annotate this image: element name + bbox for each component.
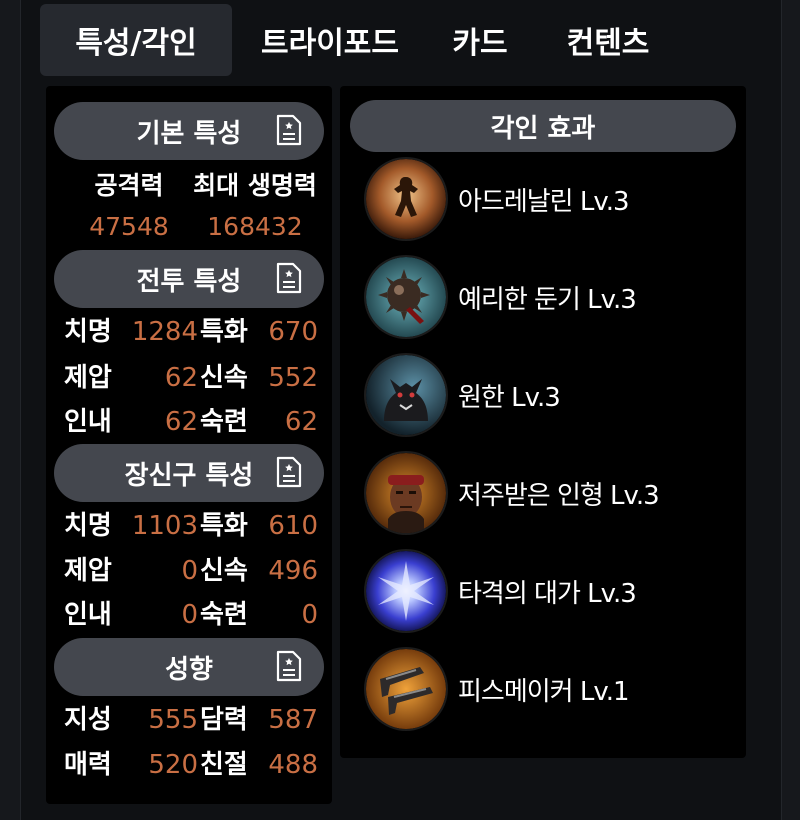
combat-stats-header: 전투 특성 (54, 250, 324, 308)
stat-value: 0 (181, 600, 198, 630)
stat-label: 신속 (200, 556, 248, 586)
stat-label: 매력 (64, 750, 112, 780)
tendency-title: 성향 (165, 654, 213, 685)
stat-row: 인내 62 숙련 62 (64, 400, 322, 444)
tab-bar: 특성/각인 트라이포드 카드 컨텐츠 (40, 4, 684, 76)
stat-label: 숙련 (200, 600, 248, 630)
document-icon[interactable] (276, 456, 302, 488)
stat-value: 496 (268, 556, 318, 586)
max-hp-label: 최대 생명력 (193, 171, 317, 200)
engraving-name: 타격의 대가 Lv.3 (458, 578, 637, 609)
combat-stats-title: 전투 특성 (136, 266, 242, 297)
stats-panel: 기본 특성 공격력 최대 생명력 47548 168432 전투 특성 치명 1… (46, 86, 332, 804)
stat-row: 치명 1103 특화 610 (64, 504, 322, 548)
stat-label: 담력 (200, 705, 248, 735)
stat-value: 62 (164, 363, 198, 393)
tab-contents[interactable]: 컨텐츠 (532, 4, 684, 76)
stat-row: 매력 520 친절 488 (64, 743, 322, 787)
tab-cards[interactable]: 카드 (428, 4, 532, 76)
stat-row: 치명 1284 특화 670 (64, 310, 322, 354)
stat-value: 555 (148, 705, 198, 735)
stat-label: 인내 (64, 600, 112, 630)
stat-value: 0 (301, 600, 318, 630)
basic-stats-header: 기본 특성 (54, 102, 324, 160)
stat-label: 지성 (64, 705, 112, 735)
stat-value: 610 (268, 511, 318, 541)
stat-value: 1103 (131, 511, 198, 541)
stat-label: 특화 (200, 511, 248, 541)
stat-value: 520 (148, 750, 198, 780)
stat-row: 제압 0 신속 496 (64, 549, 322, 593)
engraving-item[interactable]: 타격의 대가 Lv.3 (366, 550, 736, 632)
attack-value: 47548 (89, 212, 169, 241)
engraving-name: 아드레날린 Lv.3 (458, 186, 630, 217)
stat-label: 친절 (200, 750, 248, 780)
stat-row: 지성 555 담력 587 (64, 698, 322, 742)
engraving-item[interactable]: 원한 Lv.3 (366, 354, 736, 436)
peacemaker-icon (366, 649, 446, 729)
attack-label: 공격력 (94, 171, 164, 200)
engraving-item[interactable]: 피스메이커 Lv.1 (366, 648, 736, 730)
tab-traits-engravings[interactable]: 특성/각인 (40, 4, 232, 76)
engravings-title: 각인 효과 (490, 113, 596, 144)
stat-value: 670 (268, 317, 318, 347)
stat-label: 숙련 (200, 407, 248, 437)
accessory-stats-title: 장신구 특성 (124, 460, 254, 491)
stat-value: 1284 (131, 317, 198, 347)
stat-label: 신속 (200, 363, 248, 393)
max-hp-value: 168432 (207, 212, 303, 241)
stat-label: 제압 (64, 556, 112, 586)
stat-row: 인내 0 숙련 0 (64, 593, 322, 637)
engraving-item[interactable]: 아드레날린 Lv.3 (366, 158, 736, 240)
engraving-item[interactable]: 저주받은 인형 Lv.3 (366, 452, 736, 534)
adrenaline-icon (366, 159, 446, 239)
engraving-name: 예리한 둔기 Lv.3 (458, 284, 637, 315)
grudge-icon (366, 355, 446, 435)
cursed-doll-icon (366, 453, 446, 533)
stat-value: 62 (284, 407, 318, 437)
stat-label: 치명 (64, 511, 112, 541)
hit-master-icon (366, 551, 446, 631)
keen-blunt-weapon-icon (366, 257, 446, 337)
engraving-name: 원한 Lv.3 (458, 382, 561, 413)
engraving-name: 피스메이커 Lv.1 (458, 676, 630, 707)
stat-row: 제압 62 신속 552 (64, 356, 322, 400)
stat-label: 특화 (200, 317, 248, 347)
engravings-header: 각인 효과 (350, 100, 736, 152)
tab-tripod[interactable]: 트라이포드 (232, 4, 428, 76)
stat-value: 587 (268, 705, 318, 735)
document-icon[interactable] (276, 114, 302, 146)
engraving-item[interactable]: 예리한 둔기 Lv.3 (366, 256, 736, 338)
stat-value: 0 (181, 556, 198, 586)
tendency-header: 성향 (54, 638, 324, 696)
basic-stats-title: 기본 특성 (136, 118, 242, 149)
stat-label: 제압 (64, 363, 112, 393)
accessory-stats-header: 장신구 특성 (54, 444, 324, 502)
document-icon[interactable] (276, 650, 302, 682)
stat-label: 치명 (64, 317, 112, 347)
document-icon[interactable] (276, 262, 302, 294)
stat-value: 552 (268, 363, 318, 393)
engravings-panel: 각인 효과 아드레날린 Lv.3 예리한 둔기 Lv.3 원한 Lv.3 저주받… (340, 86, 746, 758)
stat-value: 488 (268, 750, 318, 780)
stat-label: 인내 (64, 407, 112, 437)
engraving-name: 저주받은 인형 Lv.3 (458, 480, 660, 511)
stat-value: 62 (164, 407, 198, 437)
